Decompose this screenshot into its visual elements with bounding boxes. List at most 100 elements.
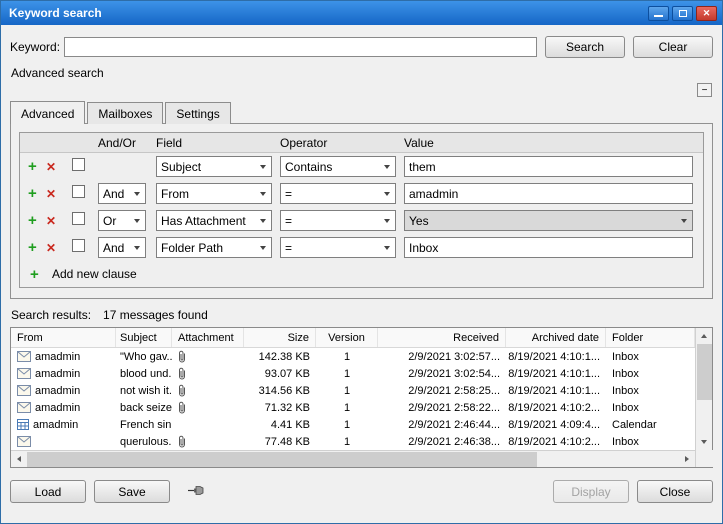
andor-select[interactable]: And [98, 237, 146, 258]
delete-clause-icon[interactable]: ✕ [46, 187, 64, 201]
chevron-down-icon [676, 211, 692, 230]
results-summary-value: 17 messages found [103, 308, 208, 322]
clause-checkbox[interactable] [72, 158, 85, 171]
table-row[interactable]: amadmin not wish it... 314.56 KB 1 2/9/2… [11, 382, 695, 399]
value-header: Value [404, 136, 693, 150]
field-select[interactable]: Folder Path [156, 237, 272, 258]
results-summary-label: Search results: [11, 308, 91, 322]
paperclip-icon [178, 367, 186, 380]
pin-button[interactable] [188, 483, 204, 501]
field-select[interactable]: Has Attachment [156, 210, 272, 231]
tab-advanced[interactable]: Advanced [10, 101, 85, 124]
field-select[interactable]: From [156, 183, 272, 204]
column-header-subject[interactable]: Subject [116, 328, 172, 347]
close-dialog-button[interactable]: Close [637, 480, 713, 503]
maximize-button[interactable] [672, 6, 693, 21]
window-title: Keyword search [9, 6, 645, 20]
clause-checkbox[interactable] [72, 212, 85, 225]
paperclip-icon [178, 384, 186, 397]
results-table: From Subject Attachment Size Version Rec… [10, 327, 713, 468]
clause-grid-header: And/Or Field Operator Value [20, 133, 703, 153]
chevron-down-icon [255, 238, 271, 257]
value-input[interactable] [404, 183, 693, 204]
scroll-up-icon[interactable] [696, 328, 713, 344]
operator-select[interactable]: = [280, 237, 396, 258]
tab-mailboxes[interactable]: Mailboxes [87, 102, 163, 124]
vertical-scroll-thumb[interactable] [697, 344, 712, 400]
column-header-from[interactable]: From [11, 328, 116, 347]
column-header-attachment[interactable]: Attachment [172, 328, 244, 347]
clear-button[interactable]: Clear [633, 36, 713, 58]
operator-select[interactable]: = [280, 210, 396, 231]
scroll-left-icon[interactable] [11, 451, 27, 467]
tab-settings[interactable]: Settings [165, 102, 230, 124]
paperclip-icon [178, 350, 186, 363]
scroll-down-icon[interactable] [696, 434, 713, 450]
display-button[interactable]: Display [553, 480, 629, 503]
chevron-down-icon [379, 184, 395, 203]
insert-clause-icon[interactable]: + [28, 239, 46, 256]
results-table-header: From Subject Attachment Size Version Rec… [11, 328, 695, 348]
load-button[interactable]: Load [10, 480, 86, 503]
table-row[interactable]: amadmin back seize... 71.32 KB 1 2/9/202… [11, 399, 695, 416]
insert-clause-icon[interactable]: + [28, 158, 46, 175]
keyword-search-window: Keyword search ✕ Keyword: Search Clear A… [0, 0, 723, 524]
chevron-down-icon [255, 211, 271, 230]
search-button[interactable]: Search [545, 36, 625, 58]
operator-header: Operator [280, 136, 396, 150]
value-input[interactable] [404, 156, 693, 177]
footer: Load Save Display Close [10, 480, 713, 503]
insert-clause-icon[interactable]: + [28, 212, 46, 229]
clause-checkbox[interactable] [72, 239, 85, 252]
column-header-received[interactable]: Received [378, 328, 506, 347]
operator-select[interactable]: = [280, 183, 396, 204]
vertical-scrollbar[interactable] [695, 328, 712, 467]
operator-select[interactable]: Contains [280, 156, 396, 177]
clause-row: + ✕ Subject Contains [20, 153, 703, 180]
horizontal-scrollbar[interactable] [11, 450, 695, 467]
column-header-archived-date[interactable]: Archived date [506, 328, 606, 347]
pin-icon [188, 483, 204, 501]
insert-clause-icon[interactable]: + [28, 185, 46, 202]
column-header-size[interactable]: Size [244, 328, 316, 347]
advanced-tab-panel: And/Or Field Operator Value + ✕ Subject … [10, 123, 713, 299]
clause-row: + ✕ Or Has Attachment = Yes [20, 207, 703, 234]
horizontal-scroll-thumb[interactable] [27, 452, 537, 467]
andor-select[interactable]: Or [98, 210, 146, 231]
scrollbar-corner [696, 450, 713, 467]
table-row[interactable]: amadmin "Who gav... 142.38 KB 1 2/9/2021… [11, 348, 695, 365]
value-select[interactable]: Yes [404, 210, 693, 231]
keyword-label: Keyword: [10, 40, 64, 54]
close-button[interactable]: ✕ [696, 6, 717, 21]
andor-select[interactable]: And [98, 183, 146, 204]
paperclip-icon [178, 435, 186, 448]
minimize-icon [654, 15, 663, 17]
column-header-version[interactable]: Version [316, 328, 378, 347]
collapse-button[interactable]: − [697, 83, 712, 97]
minimize-button[interactable] [648, 6, 669, 21]
chevron-down-icon [379, 157, 395, 176]
clause-grid: And/Or Field Operator Value + ✕ Subject … [19, 132, 704, 288]
titlebar[interactable]: Keyword search ✕ [1, 1, 722, 25]
advanced-search-link[interactable]: Advanced search [11, 66, 722, 80]
delete-clause-icon[interactable]: ✕ [46, 214, 64, 228]
value-input[interactable] [404, 237, 693, 258]
save-button[interactable]: Save [94, 480, 170, 503]
mail-icon [17, 385, 31, 396]
field-select[interactable]: Subject [156, 156, 272, 177]
chevron-down-icon [379, 211, 395, 230]
add-new-clause-button[interactable]: + Add new clause [20, 261, 703, 287]
column-header-folder[interactable]: Folder [606, 328, 695, 347]
delete-clause-icon[interactable]: ✕ [46, 241, 64, 255]
table-row[interactable]: amadmin blood und... 93.07 KB 1 2/9/2021… [11, 365, 695, 382]
delete-clause-icon[interactable]: ✕ [46, 160, 64, 174]
clause-checkbox[interactable] [72, 185, 85, 198]
mail-icon [17, 402, 31, 413]
scroll-right-icon[interactable] [679, 451, 695, 467]
keyword-input[interactable] [64, 37, 537, 57]
table-row[interactable]: amadmin French sin... 4.41 KB 1 2/9/2021… [11, 416, 695, 433]
clause-row: + ✕ And From = [20, 180, 703, 207]
results-summary: Search results: 17 messages found [11, 308, 722, 322]
table-row[interactable]: querulous... 77.48 KB 1 2/9/2021 2:46:38… [11, 433, 695, 450]
chevron-down-icon [129, 184, 145, 203]
